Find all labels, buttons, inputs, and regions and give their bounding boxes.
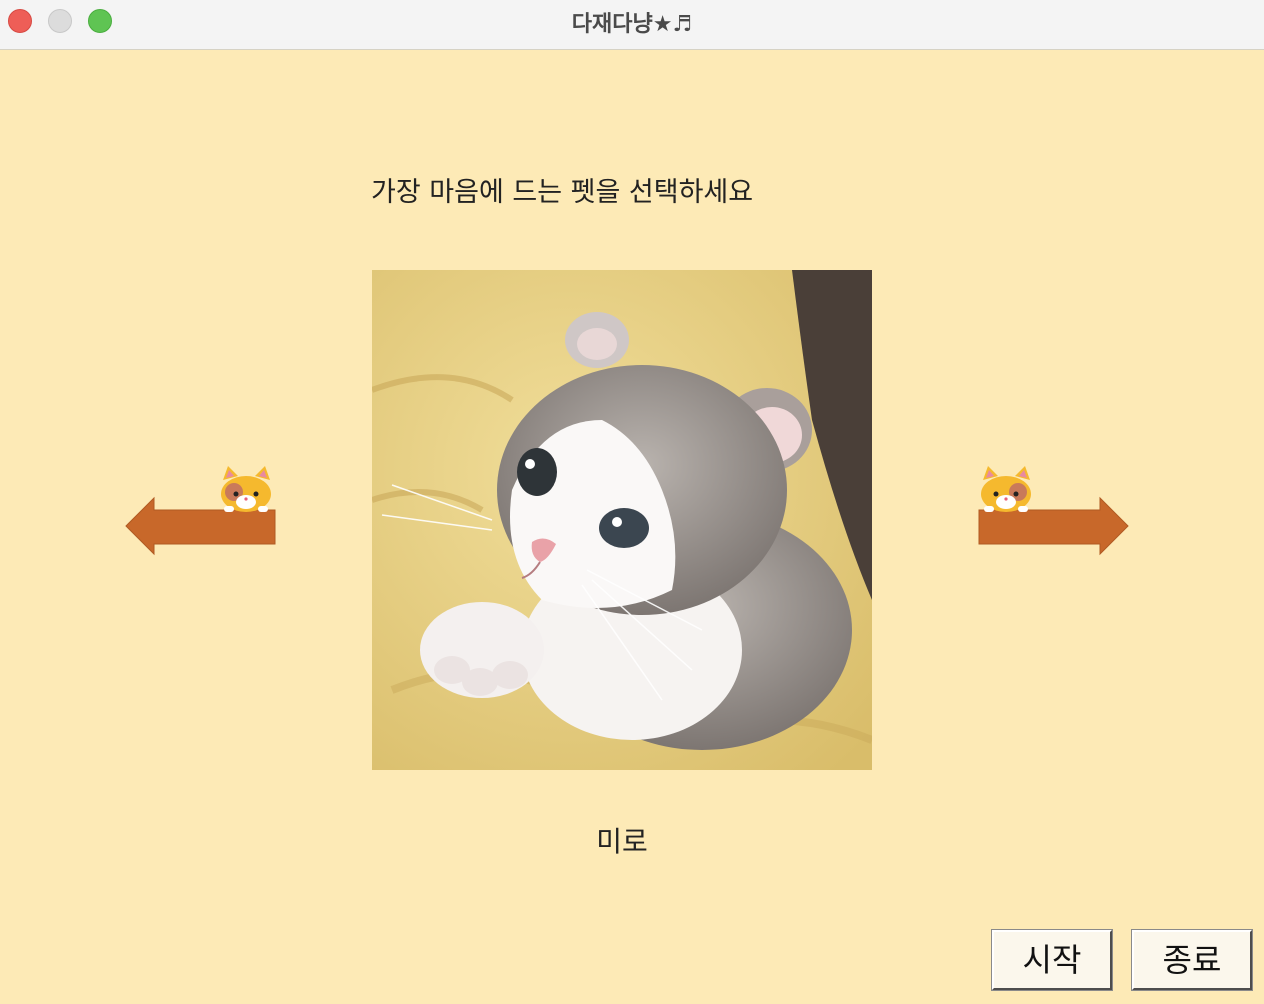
selection-prompt: 가장 마음에 드는 펫을 선택하세요	[371, 177, 754, 208]
left-arrow-cat-icon	[125, 466, 276, 556]
title-bar: 다재다냥★♬	[0, 0, 1264, 50]
next-pet-button[interactable]	[976, 462, 1130, 558]
quit-button[interactable]: 종료	[1131, 929, 1253, 991]
start-button[interactable]: 시작	[991, 929, 1113, 991]
pet-photo	[372, 270, 872, 770]
pet-name: 미로	[596, 825, 648, 858]
app-window: 다재다냥★♬ 가장 마음에 드는 펫을 선택하세요 미로 시작 종료	[0, 0, 1264, 1004]
window-title: 다재다냥★♬	[571, 12, 693, 37]
kitten-photo	[372, 270, 872, 770]
right-arrow-cat-icon	[978, 466, 1129, 556]
previous-pet-button[interactable]	[124, 462, 278, 558]
